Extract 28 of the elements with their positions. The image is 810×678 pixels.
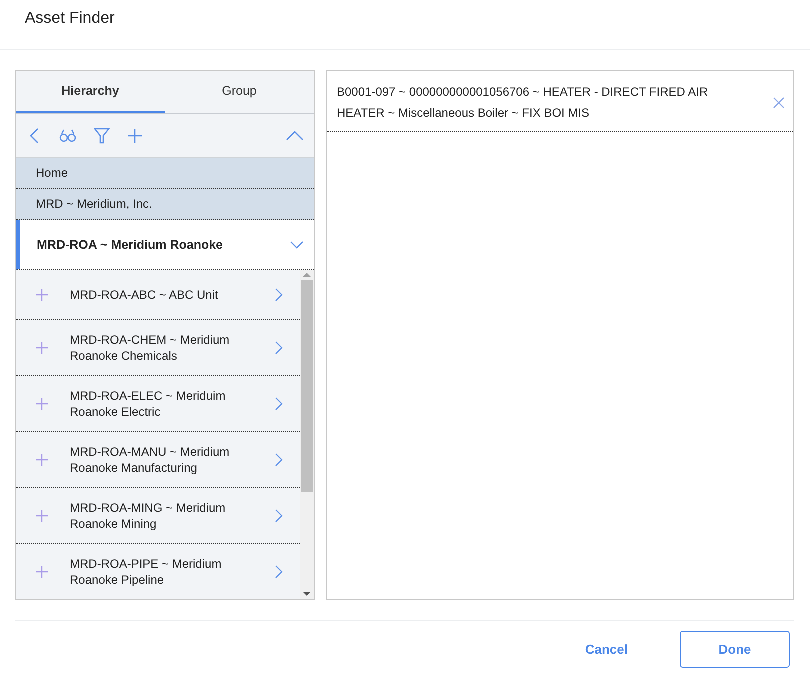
add-icon[interactable] [36, 510, 48, 522]
chevron-icon[interactable] [290, 240, 304, 248]
chevron-right-icon[interactable] [275, 564, 283, 578]
chevron-right-icon[interactable] [275, 452, 283, 466]
add-icon[interactable] [36, 566, 48, 578]
chevron-right-icon[interactable] [275, 340, 283, 354]
add-icon[interactable] [36, 288, 48, 300]
dialog-title: Asset Finder [25, 10, 115, 28]
asset-label: B0001-097 ~ 000000000001056706 ~ HEATER - DIRECT FIRED AIR HEATER ~ Miscellaneous Boiler ~ FIX BOI MIS [337, 84, 709, 122]
cancel-button[interactable]: Cancel [579, 641, 634, 658]
chevron-right-icon[interactable] [275, 288, 283, 302]
close-icon[interactable] [773, 97, 785, 109]
breadcrumb-item[interactable]: Home [16, 158, 314, 189]
scrollbar[interactable] [300, 270, 314, 599]
binoculars-icon[interactable] [59, 128, 77, 142]
add-icon[interactable] [127, 128, 143, 144]
collapse-icon[interactable] [286, 130, 304, 140]
add-icon[interactable] [36, 342, 48, 354]
tab[interactable]: Hierarchy [16, 71, 165, 113]
add-icon[interactable] [36, 454, 48, 466]
chevron-right-icon[interactable] [275, 508, 283, 522]
done-button[interactable]: Done [680, 631, 790, 668]
filter-icon[interactable] [94, 128, 110, 144]
chevron-right-icon[interactable] [275, 396, 283, 410]
add-icon[interactable] [36, 398, 48, 410]
tab[interactable]: Group [165, 71, 314, 113]
current-node[interactable]: MRD-ROA ~ Meridium Roanoke [16, 220, 314, 270]
breadcrumb-item[interactable]: MRD ~ Meridium, Inc. [16, 189, 314, 220]
